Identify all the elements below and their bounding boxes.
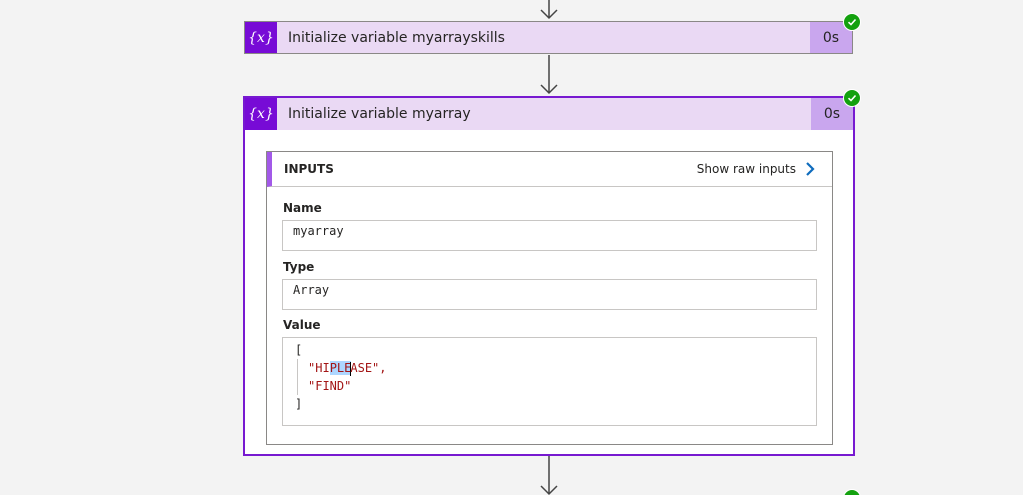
selected-text: PLE	[329, 361, 352, 375]
action-card-myarrayskills[interactable]: {x} Initialize variable myarrayskills 0s	[244, 21, 853, 54]
success-check-icon	[843, 489, 861, 495]
flow-canvas: {x} Initialize variable myarrayskills 0s…	[0, 0, 1023, 495]
type-value-field: Array	[282, 279, 817, 310]
action-title[interactable]: Initialize variable myarrayskills	[277, 30, 810, 46]
action-card-header[interactable]: {x} Initialize variable myarray 0s	[245, 98, 853, 130]
connector-arrow-bottom	[539, 456, 559, 495]
show-raw-inputs-link[interactable]: Show raw inputs	[697, 161, 816, 177]
variable-icon: {x}	[245, 98, 277, 130]
code-indent-block: "HIPLEASE", "FIND"	[297, 359, 804, 395]
inputs-panel: INPUTS Show raw inputs Name myarray Type…	[266, 151, 833, 445]
name-label: Name	[283, 201, 322, 215]
success-check-icon	[843, 13, 861, 31]
value-label: Value	[283, 318, 321, 332]
variable-icon: {x}	[245, 22, 277, 53]
type-label: Type	[283, 260, 315, 274]
action-title[interactable]: Initialize variable myarray	[277, 106, 811, 122]
code-text: ASE",	[350, 361, 387, 375]
success-check-icon	[843, 89, 861, 107]
name-value-field: myarray	[282, 220, 817, 251]
value-code-field[interactable]: [ "HIPLEASE", "FIND" ]	[282, 337, 817, 426]
action-card-myarray[interactable]: {x} Initialize variable myarray 0s INPUT…	[243, 96, 855, 456]
code-open-bracket: [	[295, 343, 303, 357]
code-array-item: "HIPLEASE",	[308, 359, 804, 377]
connector-arrow-top	[539, 0, 559, 20]
code-text: "HI	[308, 361, 330, 375]
inputs-header: INPUTS Show raw inputs	[267, 152, 832, 187]
code-close-bracket: ]	[295, 397, 303, 411]
inputs-heading: INPUTS	[284, 162, 334, 176]
connector-arrow-middle	[539, 55, 559, 95]
chevron-right-icon[interactable]	[804, 161, 816, 177]
code-array-item: "FIND"	[308, 379, 352, 393]
show-raw-inputs-label[interactable]: Show raw inputs	[697, 162, 796, 176]
